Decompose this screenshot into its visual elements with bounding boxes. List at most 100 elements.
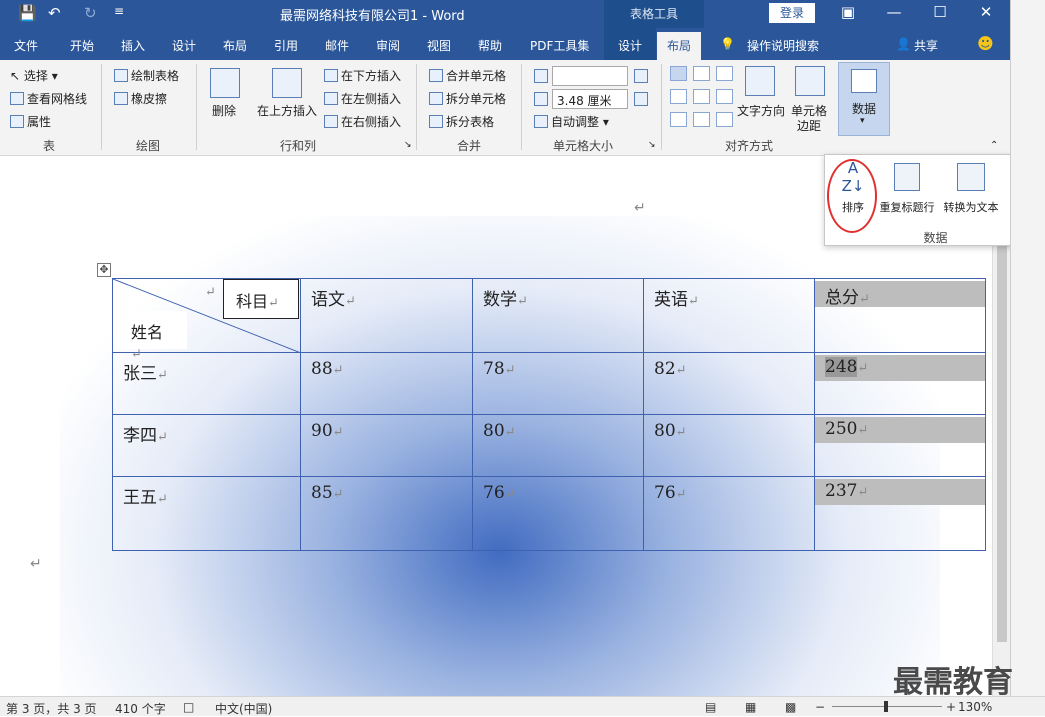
data-button[interactable]: 数据 ▾ (838, 62, 890, 136)
group-label-alignment: 对齐方式 (725, 139, 774, 153)
view-gridlines-button[interactable]: 查看网格线 (10, 90, 87, 107)
align-cell-button[interactable] (693, 89, 710, 104)
save-icon[interactable]: 💾 (18, 4, 37, 22)
tab-insert[interactable]: 插入 (121, 37, 145, 54)
score-table[interactable]: ↵ 科目↵ 姓名↵ 语文↵ 数学↵ 英语↵ 总分↵ 张三↵ 88↵ 78↵ 82… (112, 278, 986, 551)
score-cell[interactable]: 88↵ (300, 352, 473, 415)
score-cell[interactable]: 85↵ (300, 476, 473, 551)
convert-to-text-button[interactable]: 转换为文本 (939, 159, 1003, 215)
web-layout-icon[interactable]: ▩ (785, 700, 796, 714)
dialog-launcher-icon[interactable]: ↘ (648, 140, 656, 150)
tab-table-design[interactable]: 设计 (604, 28, 657, 60)
header-cell-english[interactable]: 英语↵ (643, 278, 815, 353)
cell-margins-icon (795, 66, 825, 96)
column-width-input[interactable]: 3.48 厘米 (552, 89, 628, 109)
collapse-ribbon-icon[interactable]: ⌃ (990, 140, 998, 151)
eraser-button[interactable]: 橡皮擦 (114, 90, 167, 107)
share-button[interactable]: 共享 (914, 37, 938, 54)
diagonal-header-cell[interactable]: ↵ 科目↵ 姓名↵ (112, 278, 301, 362)
score-cell[interactable]: 76↵ (472, 476, 644, 551)
tab-design[interactable]: 设计 (172, 37, 196, 54)
tab-table-layout[interactable]: 布局 (657, 32, 702, 60)
align-cell-button[interactable] (693, 112, 710, 127)
draw-table-button[interactable]: 绘制表格 (114, 67, 179, 84)
header-cell-chinese[interactable]: 语文↵ (300, 278, 473, 353)
split-table-button[interactable]: 拆分表格 (429, 113, 494, 130)
distribute-columns-icon[interactable] (634, 92, 648, 106)
text-direction-button[interactable]: 文字方向 (737, 102, 785, 119)
print-layout-icon[interactable]: ▦ (745, 700, 756, 714)
group-separator (101, 64, 102, 150)
header-cell-total[interactable]: 总分↵ (814, 278, 986, 353)
properties-button[interactable]: 属性 (10, 113, 51, 130)
tab-mailings[interactable]: 邮件 (325, 37, 349, 54)
score-cell[interactable]: 78↵ (472, 352, 644, 415)
undo-icon[interactable]: ↶ (48, 4, 61, 22)
name-textbox[interactable]: 姓名↵ (117, 311, 187, 362)
cell-margins-label: 边距 (797, 119, 822, 133)
insert-below-button[interactable]: 在下方插入 (324, 67, 401, 84)
score-cell[interactable]: 76↵ (643, 476, 815, 551)
align-cell-button[interactable] (670, 66, 687, 81)
paragraph-mark: ↵ (205, 285, 216, 300)
zoom-slider-thumb[interactable] (884, 701, 888, 712)
zoom-out-icon[interactable]: − (815, 700, 825, 714)
tab-file[interactable]: 文件 (14, 37, 38, 54)
zoom-level[interactable]: 130% (958, 700, 992, 714)
subject-textbox[interactable]: 科目↵ (223, 279, 299, 319)
dialog-launcher-icon[interactable]: ↘ (404, 140, 412, 150)
table-tools-context-label: 表格工具 (604, 0, 704, 28)
page-count[interactable]: 第 3 页，共 3 页 (6, 700, 97, 717)
align-cell-button[interactable] (716, 66, 733, 81)
align-cell-button[interactable] (716, 112, 733, 127)
login-button[interactable]: 登录 (769, 3, 815, 23)
align-cell-button[interactable] (693, 66, 710, 81)
tab-layout[interactable]: 布局 (223, 37, 247, 54)
row-height-input[interactable] (552, 66, 628, 86)
score-cell[interactable]: 80↵ (643, 414, 815, 477)
tab-references[interactable]: 引用 (274, 37, 298, 54)
name-cell[interactable]: 李四↵ (112, 414, 301, 477)
score-cell[interactable]: 90↵ (300, 414, 473, 477)
read-mode-icon[interactable]: ▤ (705, 700, 716, 714)
smiley-feedback-icon[interactable]: ☻ (977, 34, 994, 53)
select-button[interactable]: ↖ 选择 ▾ (10, 67, 58, 84)
table-move-handle[interactable]: ✥ (97, 263, 111, 277)
repeat-header-rows-button[interactable]: 重复标题行 (877, 159, 937, 215)
redo-icon[interactable]: ↻ (84, 4, 97, 22)
delete-button[interactable]: 删除 (212, 102, 236, 119)
distribute-rows-icon[interactable] (634, 69, 648, 83)
word-count[interactable]: 410 个字 (115, 700, 166, 717)
tab-view[interactable]: 视图 (427, 37, 451, 54)
header-cell-math[interactable]: 数学↵ (472, 278, 644, 353)
split-cells-button[interactable]: 拆分单元格 (429, 90, 506, 107)
proofing-icon[interactable]: □ (183, 700, 194, 714)
insert-above-button[interactable]: 在上方插入 (257, 102, 317, 119)
insert-left-button[interactable]: 在左侧插入 (324, 90, 401, 107)
merge-cells-button[interactable]: 合并单元格 (429, 67, 506, 84)
name-cell[interactable]: 王五↵ (112, 476, 301, 551)
insert-right-icon (324, 115, 338, 128)
ribbon-display-options-icon[interactable]: ▣ (838, 3, 858, 21)
tab-pdf-tools[interactable]: PDF工具集 (530, 37, 589, 54)
close-icon[interactable]: ✕ (976, 3, 996, 21)
total-cell[interactable]: 237↵ (814, 476, 986, 551)
align-cell-button[interactable] (716, 89, 733, 104)
maximize-icon[interactable]: ☐ (930, 3, 950, 21)
score-cell[interactable]: 80↵ (472, 414, 644, 477)
align-cell-button[interactable] (670, 112, 687, 127)
insert-right-button[interactable]: 在右侧插入 (324, 113, 401, 130)
zoom-in-icon[interactable]: + (946, 700, 956, 714)
total-cell[interactable]: 250↵ (814, 414, 986, 477)
autofit-button[interactable]: 自动调整 ▾ (534, 113, 609, 130)
score-cell[interactable]: 82↵ (643, 352, 815, 415)
align-cell-button[interactable] (670, 89, 687, 104)
tell-me-search[interactable]: 操作说明搜索 (747, 37, 819, 54)
minimize-icon[interactable]: — (884, 3, 904, 21)
total-cell[interactable]: 248↵ (814, 352, 986, 415)
tab-review[interactable]: 审阅 (376, 37, 400, 54)
tab-home[interactable]: 开始 (70, 37, 94, 54)
tab-help[interactable]: 帮助 (478, 37, 502, 54)
customize-quick-access-icon[interactable]: ≡ (114, 4, 124, 18)
language-indicator[interactable]: 中文(中国) (215, 700, 272, 717)
